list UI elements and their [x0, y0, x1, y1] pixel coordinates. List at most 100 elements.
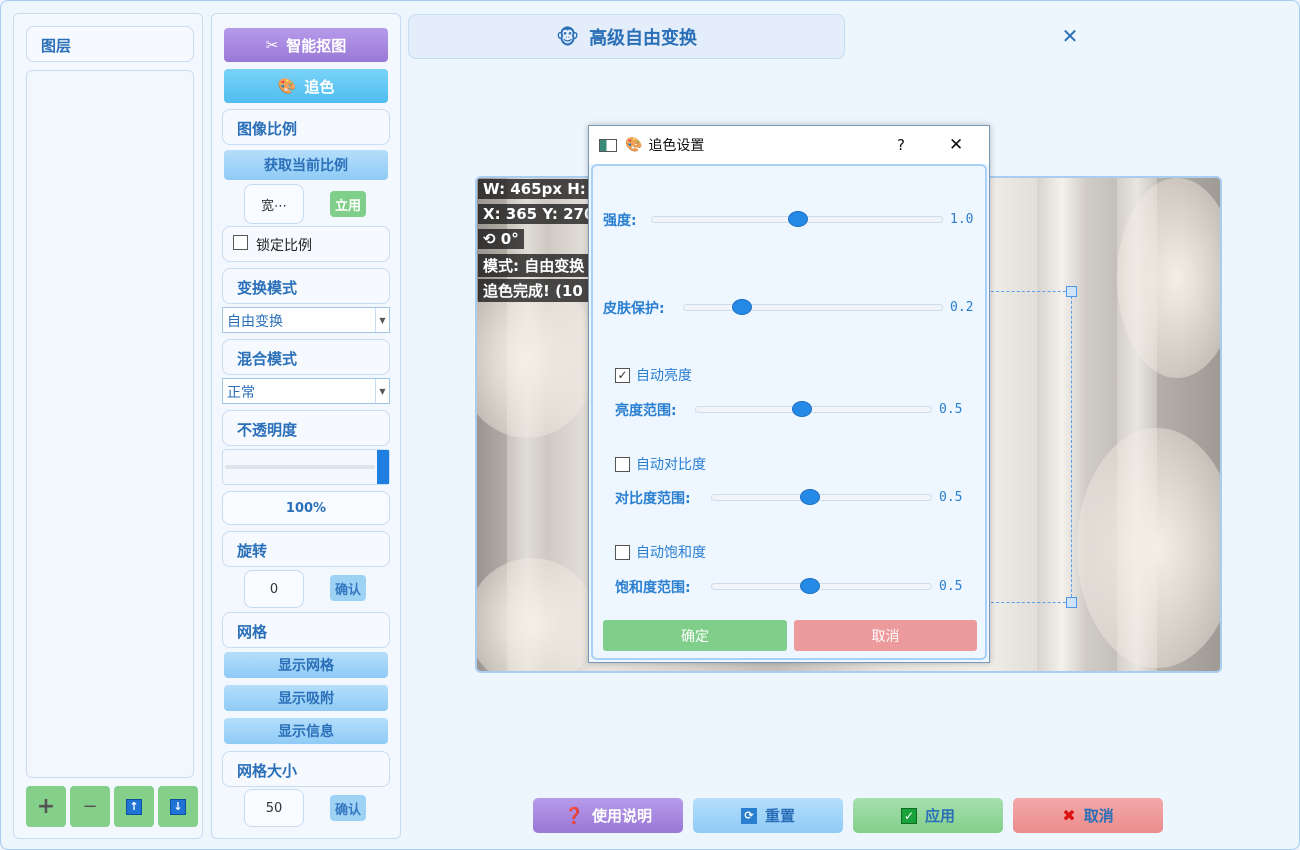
window-icon: [599, 138, 617, 152]
auto-contrast-checkbox[interactable]: [615, 456, 630, 472]
close-icon: ✖: [1062, 806, 1076, 825]
strength-slider[interactable]: [651, 211, 943, 227]
rotate-input[interactable]: 0: [244, 570, 304, 608]
skin-protection-slider[interactable]: [683, 299, 943, 315]
smart-cutout-label: 智能抠图: [286, 36, 347, 55]
transform-mode-label: 变换模式: [222, 268, 390, 304]
help-button-label: 使用说明: [591, 807, 652, 825]
show-info-button[interactable]: 显示信息: [224, 718, 388, 744]
auto-saturation-label: 自动饱和度: [636, 545, 706, 561]
lock-ratio-option[interactable]: 锁定比例: [222, 226, 390, 262]
apply-button-label: 应用: [924, 807, 955, 825]
color-match-button[interactable]: 🎨 追色: [224, 69, 388, 103]
scissors-icon: ✂: [265, 36, 279, 54]
show-grid-button[interactable]: 显示网格: [224, 652, 388, 678]
auto-brightness-label: 自动亮度: [636, 368, 692, 384]
rotate-label: 旋转: [222, 531, 390, 567]
check-icon: ✓: [900, 807, 917, 824]
auto-brightness-option[interactable]: ✓ 自动亮度: [615, 365, 692, 385]
selection-outline-bottom: [991, 602, 1071, 603]
canvas-image-blossom: [477, 558, 597, 671]
skin-protection-slider-thumb[interactable]: [732, 299, 752, 315]
resize-handle-bottom-right[interactable]: [1066, 597, 1077, 608]
canvas-image-blossom: [477, 278, 597, 438]
opacity-slider-thumb[interactable]: [377, 450, 389, 484]
move-layer-up-button[interactable]: ↑: [114, 786, 154, 827]
rotate-confirm-button[interactable]: 确认: [330, 575, 366, 601]
dialog-cancel-button[interactable]: 取消: [794, 620, 977, 651]
dialog-title: 追色设置: [648, 138, 705, 154]
grid-size-input[interactable]: 50: [244, 789, 304, 827]
canvas-image-blossom: [1077, 428, 1220, 668]
opacity-label: 不透明度: [222, 410, 390, 446]
resize-handle-top-right[interactable]: [1066, 286, 1077, 297]
saturation-range-slider[interactable]: [711, 578, 932, 594]
color-match-dialog: 🎨 追色设置 ? ✕ 强度: 1.0 皮肤保护: 0.2 ✓ 自动亮度 亮度范围…: [588, 125, 990, 663]
width-input[interactable]: 宽⋯: [244, 184, 304, 224]
layers-title: 图层: [26, 26, 194, 62]
app-window: 图层 + − ↑ ↓ ✂ 智能抠图 🎨 追色 图像比例 获取当前比例 宽⋯ 立用…: [0, 0, 1300, 850]
add-layer-button[interactable]: +: [26, 786, 66, 827]
transform-mode-select[interactable]: 自由变换 ▼: [222, 307, 390, 333]
contrast-range-slider-thumb[interactable]: [800, 489, 820, 505]
get-current-ratio-button[interactable]: 获取当前比例: [224, 150, 388, 180]
dialog-titlebar: 🎨 追色设置 ? ✕: [589, 126, 989, 164]
smart-cutout-button[interactable]: ✂ 智能抠图: [224, 28, 388, 62]
grid-size-label: 网格大小: [222, 751, 390, 787]
opacity-value[interactable]: 100%: [222, 491, 390, 525]
opacity-slider[interactable]: [222, 449, 390, 485]
skin-protection-label: 皮肤保护:: [603, 301, 665, 317]
tools-panel: ✂ 智能抠图 🎨 追色 图像比例 获取当前比例 宽⋯ 立用 锁定比例 变换模式 …: [211, 13, 401, 839]
strength-slider-thumb[interactable]: [788, 211, 808, 227]
brightness-range-slider[interactable]: [695, 401, 932, 417]
image-ratio-label: 图像比例: [222, 109, 390, 145]
color-match-label: 追色: [304, 77, 335, 96]
remove-layer-button[interactable]: −: [70, 786, 110, 827]
saturation-range-slider-thumb[interactable]: [800, 578, 820, 594]
lock-ratio-label: 锁定比例: [256, 238, 312, 254]
reset-button[interactable]: ⟳ 重置: [693, 798, 843, 833]
selection-outline-right: [1071, 291, 1072, 602]
auto-contrast-label: 自动对比度: [636, 457, 706, 473]
move-layer-down-button[interactable]: ↓: [158, 786, 198, 827]
blend-mode-label: 混合模式: [222, 339, 390, 375]
position-readout: X: 365 Y: 270: [478, 204, 588, 224]
layers-list[interactable]: [26, 70, 194, 778]
plus-icon: +: [36, 794, 56, 819]
apply-button[interactable]: ✓ 应用: [853, 798, 1003, 833]
auto-saturation-option[interactable]: 自动饱和度: [615, 542, 706, 562]
blend-mode-select[interactable]: 正常 ▼: [222, 378, 390, 404]
auto-contrast-option[interactable]: 自动对比度: [615, 454, 706, 474]
brightness-range-slider-thumb[interactable]: [792, 401, 812, 417]
refresh-icon: ⟳: [740, 807, 757, 824]
dialog-body: 强度: 1.0 皮肤保护: 0.2 ✓ 自动亮度 亮度范围: 0.5 自动对比度…: [591, 164, 987, 660]
auto-saturation-checkbox[interactable]: [615, 544, 630, 560]
help-button[interactable]: ❓ 使用说明: [533, 798, 683, 833]
chevron-down-icon: ▼: [375, 379, 389, 403]
cancel-button[interactable]: ✖ 取消: [1013, 798, 1163, 833]
help-icon[interactable]: ?: [897, 136, 905, 154]
contrast-range-slider[interactable]: [711, 489, 932, 505]
reset-button-label: 重置: [764, 807, 795, 825]
saturation-range-value: 0.5: [939, 579, 963, 594]
layers-panel: 图层 + − ↑ ↓: [13, 13, 203, 839]
auto-brightness-checkbox[interactable]: ✓: [615, 367, 630, 383]
brightness-range-label: 亮度范围:: [615, 403, 677, 419]
palette-icon: 🎨: [625, 137, 643, 153]
blend-mode-value: 正常: [227, 385, 255, 401]
show-snap-button[interactable]: 显示吸附: [224, 685, 388, 711]
minus-icon: −: [82, 796, 98, 817]
palette-icon: 🎨: [277, 77, 297, 95]
arrow-up-icon: ↑: [126, 798, 142, 815]
skin-protection-value: 0.2: [950, 300, 974, 315]
brightness-range-value: 0.5: [939, 402, 963, 417]
dialog-ok-button[interactable]: 确定: [603, 620, 787, 651]
close-button[interactable]: ✕: [1059, 25, 1081, 47]
dialog-close-button[interactable]: ✕: [949, 135, 963, 155]
saturation-range-label: 饱和度范围:: [615, 580, 691, 596]
lock-ratio-checkbox[interactable]: [233, 235, 248, 250]
grid-size-confirm-button[interactable]: 确认: [330, 795, 366, 821]
rotation-readout: ⟲ 0°: [478, 229, 524, 249]
status-readout: 追色完成! (10: [478, 279, 588, 302]
apply-ratio-button[interactable]: 立用: [330, 191, 366, 217]
